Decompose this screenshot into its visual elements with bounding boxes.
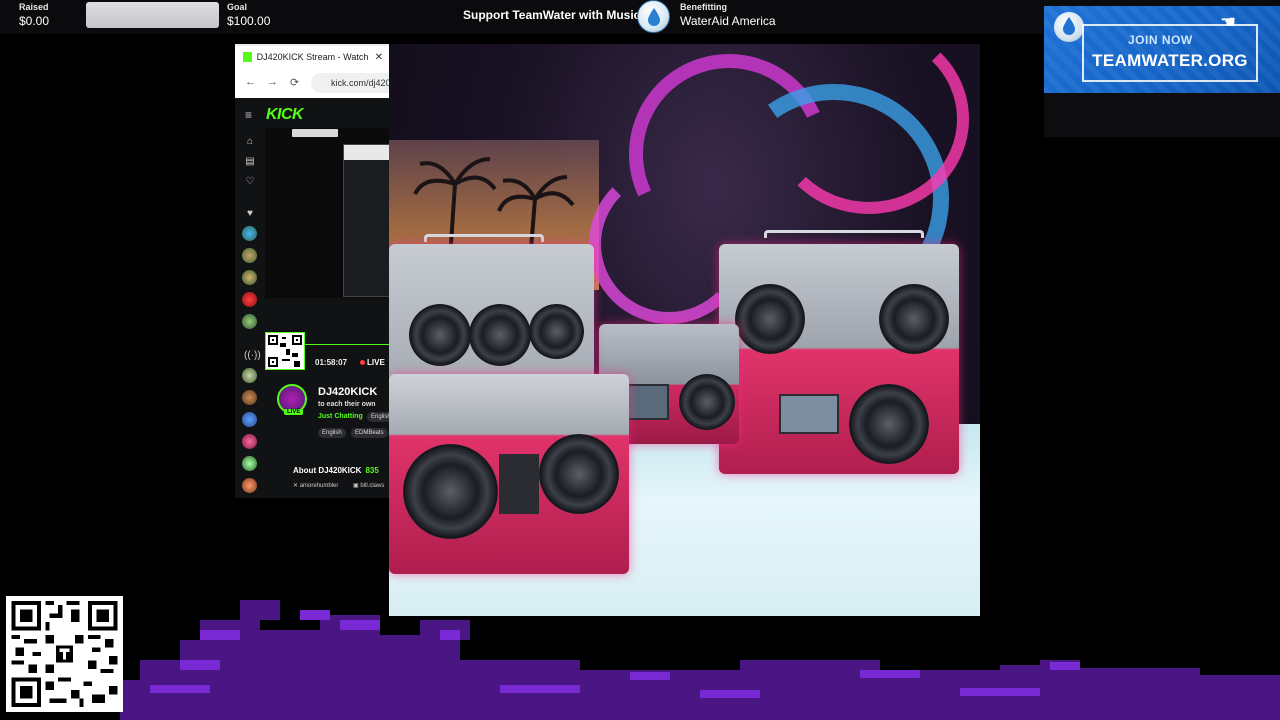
close-tab-icon[interactable]: ✕ [375,52,383,63]
recommended-channel-avatar[interactable] [242,390,257,405]
pointing-hand-icon: ☚ [1220,12,1237,32]
boombox-artwork [389,44,980,616]
mini-qr-code [265,332,305,370]
goal-block: Goal $100.00 [227,2,270,29]
live-signal-icon[interactable]: ((·)) [244,350,261,362]
browse-icon[interactable]: ▤ [244,156,256,168]
following-icon[interactable]: ♡ [244,176,256,188]
tag-pill[interactable]: EDMBeats [351,428,388,438]
nested-stream-capture [343,144,393,297]
stream-category[interactable]: Just Chatting [318,413,363,420]
boombox-left-front [389,374,629,574]
join-now-text: JOIN NOW [1128,33,1193,47]
wateraid-drop-icon [637,0,670,33]
recommended-channel-avatar[interactable] [242,456,257,471]
tag-pill[interactable]: English [318,428,346,438]
donation-progress-bar [86,2,219,28]
pixel-wave-visualizer [120,600,1280,720]
social-link-x[interactable]: ✕ amorehumbler [293,482,338,489]
live-badge: LIVE [284,409,304,415]
channel-name[interactable]: DJ420KICK [318,386,377,398]
stream-uptime: 01:58:07 [315,358,348,367]
browser-tab[interactable]: DJ420KICK Stream - Watch Live ✕ [235,46,389,68]
kick-logo[interactable]: KICK [266,106,304,124]
stream-title: to each their own [318,401,376,408]
recommended-channel-avatar[interactable] [242,368,257,383]
benefitting-block: Benefitting WaterAid America [680,2,776,29]
kick-favicon-icon [243,52,252,62]
menu-icon[interactable]: ≡ [245,108,252,122]
goal-value: $100.00 [227,14,271,28]
home-icon[interactable]: ⌂ [244,136,256,148]
live-dot-icon [360,360,365,365]
raised-value: $0.00 [19,14,50,28]
raised-label: Raised [19,2,49,12]
back-icon[interactable]: ← [245,76,256,88]
benefitting-value: WaterAid America [680,14,776,28]
followed-channel-avatar[interactable] [242,314,257,329]
follower-count: 835 [365,466,379,475]
followed-channel-avatar[interactable] [242,226,257,241]
recommended-channel-avatar[interactable] [242,478,257,493]
benefitting-label: Benefitting [680,2,727,12]
raised-block: Raised $0.00 [19,2,49,29]
followed-channel-avatar[interactable] [242,248,257,263]
boombox-right [719,244,959,474]
goal-label: Goal [227,2,248,12]
recommended-channel-avatar[interactable] [242,434,257,449]
social-link-facebook[interactable]: ▣ bill.claws [353,482,384,489]
nested-progress-bar [292,129,338,137]
teamwater-drop-icon [1054,12,1084,42]
tab-title: DJ420KICK Stream - Watch Live [256,52,370,62]
teamwater-qr-code[interactable] [6,596,123,712]
banner-shadow-panel [1044,93,1280,137]
teamwater-url-text: TEAMWATER.ORG [1092,51,1248,70]
forward-icon[interactable]: → [267,76,278,88]
favorites-icon[interactable]: ♥ [244,208,256,220]
about-heading: About DJ420KICK 835 [293,466,379,475]
reload-icon[interactable]: ⟳ [290,76,299,89]
followed-channel-avatar[interactable] [242,270,257,285]
join-teamwater-banner[interactable]: JOIN NOW TEAMWATER.ORG ☚ [1044,6,1280,93]
live-indicator: LIVE [360,358,385,367]
followed-channel-avatar[interactable] [242,292,257,307]
support-title: Support TeamWater with Music [463,8,641,22]
recommended-channel-avatar[interactable] [242,412,257,427]
